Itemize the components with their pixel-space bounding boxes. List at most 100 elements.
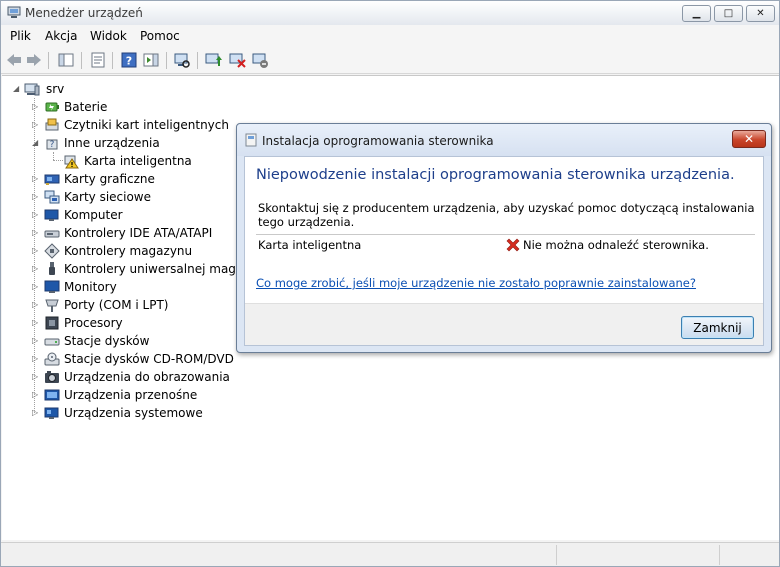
storage-controller-icon (44, 243, 60, 259)
tree-item-karty-sieciowe[interactable]: ▷ Karty sieciowe (2, 188, 252, 206)
window-title: Menedżer urządzeń (25, 6, 143, 20)
expand-arrow-icon[interactable]: ▷ (32, 192, 40, 202)
tree-item-procesory[interactable]: ▷ Procesory (2, 314, 252, 332)
dialog-heading: Niepowodzenie instalacji oprogramowania … (256, 167, 735, 183)
tree-item-label: Kontrolery magazynu (64, 244, 193, 258)
dialog-title-bar[interactable]: Instalacja oprogramowania sterownika ✕ (237, 124, 771, 156)
close-button[interactable]: Zamknij (681, 316, 754, 339)
svg-text:?: ? (126, 55, 132, 68)
tree-item-label: Procesory (64, 316, 123, 330)
collapse-arrow-icon[interactable]: ◢ (13, 84, 21, 94)
dialog-title: Instalacja oprogramowania sterownika (262, 134, 494, 148)
help-icon[interactable]: ? (120, 51, 138, 69)
dialog-close-button[interactable]: ✕ (732, 130, 766, 148)
expand-arrow-icon[interactable]: ▷ (32, 228, 40, 238)
expand-arrow-icon[interactable]: ▷ (32, 120, 40, 130)
tree-root[interactable]: ◢ srv (2, 80, 202, 98)
monitor-icon (44, 280, 60, 293)
forward-arrow-icon[interactable] (25, 51, 43, 69)
properties-icon[interactable] (89, 51, 107, 69)
tree-item-label: Urządzenia do obrazowania (64, 370, 230, 384)
tree-item-monitory[interactable]: ▷ Monitory (2, 278, 252, 296)
dialog-body: Niepowodzenie instalacji oprogramowania … (244, 156, 764, 346)
tree-item-urzadzenia-przenosne[interactable]: ▷ Urządzenia przenośne (2, 386, 252, 404)
tree-item-label: Kontrolery uniwersalnej magistrali szere… (64, 262, 236, 276)
expand-arrow-icon[interactable]: ▷ (32, 372, 40, 382)
tree-item-stacje-dyskow[interactable]: ▷ Stacje dysków (2, 332, 252, 350)
expand-arrow-icon[interactable]: ▷ (32, 282, 40, 292)
ide-controller-icon (44, 230, 60, 238)
battery-icon (45, 102, 59, 112)
menu-help[interactable]: Pomoc (140, 29, 180, 43)
computer-icon (44, 209, 59, 221)
minimize-button[interactable]: ▁ (682, 5, 711, 22)
collapse-arrow-icon[interactable]: ◢ (32, 138, 40, 148)
menu-action[interactable]: Akcja (45, 29, 77, 43)
network-adapter-icon (44, 190, 60, 204)
scan-hardware-icon[interactable] (173, 51, 191, 69)
tree-item-komputer[interactable]: ▷ Komputer (2, 206, 252, 224)
imaging-device-icon (45, 371, 59, 383)
expand-arrow-icon[interactable]: ▷ (32, 174, 40, 184)
tree-item-kontrolery-usb[interactable]: ▷ Kontrolery uniwersalnej magistrali sze… (2, 260, 236, 278)
dialog-message: Skontaktuj się z producentem urządzenia,… (258, 201, 755, 229)
tree-item-label: Karta inteligentna (84, 154, 192, 168)
expand-arrow-icon[interactable]: ▷ (32, 354, 40, 364)
tree-item-stacje-cdrom[interactable]: ▷ Stacje dysków CD-ROM/DVD (2, 350, 252, 368)
tree-item-urzadzenia-obrazowania[interactable]: ▷ Urządzenia do obrazowania (2, 368, 252, 386)
tree-item-urzadzenia-systemowe[interactable]: ▷ Urządzenia systemowe (2, 404, 252, 422)
expand-arrow-icon[interactable]: ▷ (32, 246, 40, 256)
title-bar[interactable]: Menedżer urządzeń ▁ □ ✕ (1, 1, 779, 25)
tree-root-label: srv (46, 82, 65, 96)
expand-arrow-icon[interactable]: ▷ (32, 300, 40, 310)
expand-arrow-icon[interactable]: ▷ (32, 336, 40, 346)
update-driver-icon[interactable] (204, 51, 222, 69)
toolbar-separator (48, 52, 49, 69)
driver-package-icon (245, 133, 257, 147)
tree-item-kontrolery-magazynu[interactable]: ▷ Kontrolery magazynu (2, 242, 252, 260)
driver-install-dialog: Instalacja oprogramowania sterownika ✕ N… (236, 123, 772, 353)
device-manager-icon (7, 6, 21, 18)
show-hide-tree-icon[interactable] (57, 51, 75, 69)
uninstall-device-icon[interactable] (228, 51, 246, 69)
toolbar-separator (166, 52, 167, 69)
expand-arrow-icon[interactable]: ▷ (32, 264, 40, 274)
expand-arrow-icon[interactable]: ▷ (32, 102, 40, 112)
tree-item-czytniki-kart[interactable]: ▷ Czytniki kart inteligentnych (2, 116, 252, 134)
menu-bar: Plik Akcja Widok Pomoc (1, 25, 779, 47)
action-pane-icon[interactable] (142, 51, 160, 69)
tree-item-baterie[interactable]: ▷ Baterie (2, 98, 252, 116)
tree-item-inne-urzadzenia[interactable]: ◢ ? Inne urządzenia (2, 134, 252, 152)
tree-item-label: Stacje dysków (64, 334, 150, 348)
unknown-device-icon: ? (46, 139, 58, 150)
dialog-footer: Zamknij (245, 303, 763, 345)
expand-arrow-icon[interactable]: ▷ (32, 318, 40, 328)
disable-device-icon[interactable] (251, 51, 269, 69)
disk-drive-icon (44, 338, 60, 346)
tree-item-label: Kontrolery IDE ATA/ATAPI (64, 226, 213, 240)
device-status: Nie można odnaleźć sterownika. (523, 238, 709, 252)
tree-item-label: Karty sieciowe (64, 190, 152, 204)
back-arrow-icon[interactable] (5, 51, 23, 69)
expand-arrow-icon[interactable]: ▷ (32, 210, 40, 220)
tree-item-porty[interactable]: ▷ Porty (COM i LPT) (2, 296, 252, 314)
tree-item-label: Porty (COM i LPT) (64, 298, 169, 312)
device-name: Karta inteligentna (258, 238, 362, 252)
tree-item-karty-graficzne[interactable]: ▷ Karty graficzne (2, 170, 252, 188)
usb-controller-icon (49, 262, 55, 275)
close-window-button[interactable]: ✕ (746, 5, 775, 22)
expand-arrow-icon[interactable]: ▷ (32, 390, 40, 400)
expand-arrow-icon[interactable]: ▷ (32, 408, 40, 418)
help-link[interactable]: Co moge zrobić, jeśli moje urządzenie ni… (256, 276, 696, 290)
portable-device-icon (44, 389, 60, 401)
menu-view[interactable]: Widok (90, 29, 127, 43)
tree-item-label: Czytniki kart inteligentnych (64, 118, 229, 132)
tree-item-kontrolery-ide[interactable]: ▷ Kontrolery IDE ATA/ATAPI (2, 224, 252, 242)
toolbar: ? (1, 47, 779, 74)
maximize-button[interactable]: □ (714, 5, 743, 22)
tree-item-label: Inne urządzenia (64, 136, 160, 150)
toolbar-separator (112, 52, 113, 69)
tree-item-label: Karty graficzne (64, 172, 155, 186)
tree-item-karta-inteligentna[interactable]: Karta inteligentna (2, 152, 252, 170)
menu-file[interactable]: Plik (10, 29, 31, 43)
